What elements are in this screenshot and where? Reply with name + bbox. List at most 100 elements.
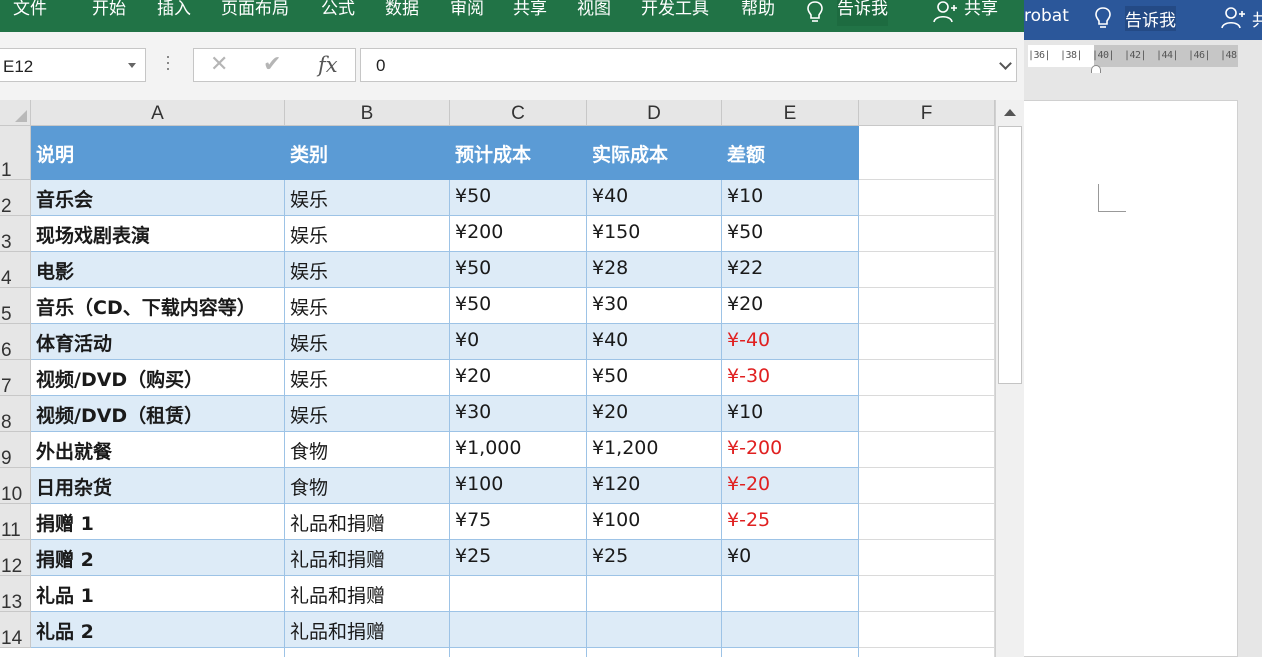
empty-cell[interactable] bbox=[859, 432, 995, 468]
row-header-7[interactable]: 7 bbox=[0, 360, 31, 397]
table-cell-estimated-cost[interactable]: ¥30 bbox=[450, 396, 587, 432]
row-header-4[interactable]: 4 bbox=[0, 252, 31, 289]
empty-cell[interactable] bbox=[859, 126, 995, 180]
table-cell-estimated-cost[interactable]: ¥200 bbox=[450, 216, 587, 252]
column-header-c[interactable]: C bbox=[450, 100, 587, 126]
table-cell-actual-cost[interactable]: ¥100 bbox=[587, 504, 722, 540]
empty-cell[interactable] bbox=[859, 252, 995, 288]
table-cell-difference[interactable] bbox=[722, 612, 859, 648]
table-cell-category[interactable]: 礼品和捐赠 bbox=[285, 504, 450, 540]
table-cell-estimated-cost[interactable]: ¥20 bbox=[450, 360, 587, 396]
table-cell-difference[interactable]: ¥20 bbox=[722, 288, 859, 324]
tab-file[interactable]: 文件 bbox=[13, 0, 47, 26]
empty-cell[interactable] bbox=[859, 576, 995, 612]
table-header-difference[interactable]: 差额 bbox=[722, 126, 859, 180]
empty-cell[interactable] bbox=[859, 360, 995, 396]
empty-cell[interactable] bbox=[859, 216, 995, 252]
table-cell-actual-cost[interactable]: ¥50 bbox=[587, 360, 722, 396]
vertical-scrollbar[interactable] bbox=[995, 100, 1024, 657]
table-cell-actual-cost[interactable]: ¥30 bbox=[587, 288, 722, 324]
lightbulb-icon[interactable] bbox=[1094, 6, 1112, 30]
tab-help[interactable]: 帮助 bbox=[741, 0, 775, 26]
row-header-8[interactable]: 8 bbox=[0, 396, 31, 433]
tab-view[interactable]: 视图 bbox=[577, 0, 611, 26]
table-cell-category[interactable]: 娱乐 bbox=[285, 288, 450, 324]
row-header-1[interactable]: 1 bbox=[0, 126, 31, 181]
empty-cell[interactable] bbox=[859, 396, 995, 432]
table-cell-actual-cost[interactable] bbox=[587, 576, 722, 612]
row-header-14[interactable]: 14 bbox=[0, 612, 31, 649]
table-cell-estimated-cost[interactable]: ¥75 bbox=[450, 504, 587, 540]
table-cell-estimated-cost[interactable]: ¥1,000 bbox=[450, 432, 587, 468]
table-cell-actual-cost[interactable]: ¥150 bbox=[587, 216, 722, 252]
table-cell-description[interactable]: 电影 bbox=[31, 252, 285, 288]
expand-formula-bar-icon[interactable] bbox=[999, 57, 1012, 70]
table-cell-actual-cost[interactable]: ¥25 bbox=[587, 540, 722, 576]
tab-share[interactable]: 共享 bbox=[513, 0, 547, 26]
scroll-up-icon[interactable] bbox=[1004, 109, 1016, 116]
table-cell-category[interactable]: 娱乐 bbox=[285, 252, 450, 288]
empty-cell[interactable] bbox=[859, 648, 995, 657]
table-cell-difference[interactable]: ¥-40 bbox=[722, 324, 859, 360]
table-cell-category[interactable]: 娱乐 bbox=[285, 360, 450, 396]
table-cell-description[interactable]: 音乐会 bbox=[31, 180, 285, 216]
insert-function-icon[interactable]: fx bbox=[318, 53, 338, 77]
row-header-5[interactable]: 5 bbox=[0, 288, 31, 325]
empty-cell[interactable] bbox=[859, 288, 995, 324]
table-cell-category[interactable]: 礼品和捐赠 bbox=[285, 576, 450, 612]
cancel-icon[interactable]: ✕ bbox=[210, 52, 228, 77]
share-button[interactable]: 共 bbox=[1252, 6, 1262, 31]
table-cell-description[interactable]: 音乐（CD、下载内容等） bbox=[31, 288, 285, 324]
table-cell-estimated-cost[interactable] bbox=[450, 648, 587, 657]
table-cell-description[interactable] bbox=[31, 648, 285, 657]
table-cell-description[interactable]: 礼品 2 bbox=[31, 612, 285, 648]
table-cell-actual-cost[interactable]: ¥1,200 bbox=[587, 432, 722, 468]
table-cell-difference[interactable] bbox=[722, 576, 859, 612]
table-cell-difference[interactable]: ¥-200 bbox=[722, 432, 859, 468]
table-cell-description[interactable]: 捐赠 1 bbox=[31, 504, 285, 540]
table-header-description[interactable]: 说明 bbox=[31, 126, 285, 180]
table-header-estimated-cost[interactable]: 预计成本 bbox=[450, 126, 587, 180]
table-cell-difference[interactable] bbox=[722, 648, 859, 657]
name-box-dropdown-icon[interactable] bbox=[128, 63, 136, 68]
table-cell-description[interactable]: 视频/DVD（购买） bbox=[31, 360, 285, 396]
document-page[interactable] bbox=[1024, 100, 1238, 657]
table-cell-description[interactable]: 捐赠 2 bbox=[31, 540, 285, 576]
table-cell-difference[interactable]: ¥10 bbox=[722, 396, 859, 432]
table-cell-estimated-cost[interactable]: ¥50 bbox=[450, 252, 587, 288]
row-header-3[interactable]: 3 bbox=[0, 216, 31, 253]
formula-bar[interactable]: 0 bbox=[360, 48, 1017, 82]
table-cell-estimated-cost[interactable]: ¥0 bbox=[450, 324, 587, 360]
table-cell-category[interactable]: 娱乐 bbox=[285, 216, 450, 252]
table-cell-description[interactable]: 视频/DVD（租赁） bbox=[31, 396, 285, 432]
select-all-button[interactable] bbox=[0, 100, 31, 126]
lightbulb-icon[interactable] bbox=[806, 0, 824, 24]
empty-cell[interactable] bbox=[859, 540, 995, 576]
table-cell-actual-cost[interactable]: ¥40 bbox=[587, 180, 722, 216]
tab-home[interactable]: 开始 bbox=[92, 0, 126, 26]
table-cell-category[interactable]: 食物 bbox=[285, 468, 450, 504]
table-cell-estimated-cost[interactable]: ¥25 bbox=[450, 540, 587, 576]
row-header-10[interactable]: 10 bbox=[0, 468, 31, 505]
empty-cell[interactable] bbox=[859, 468, 995, 504]
name-box[interactable]: E12 bbox=[0, 48, 146, 82]
table-cell-estimated-cost[interactable]: ¥100 bbox=[450, 468, 587, 504]
tab-data[interactable]: 数据 bbox=[385, 0, 419, 26]
table-cell-difference[interactable]: ¥22 bbox=[722, 252, 859, 288]
table-cell-actual-cost[interactable]: ¥28 bbox=[587, 252, 722, 288]
table-cell-description[interactable]: 礼品 1 bbox=[31, 576, 285, 612]
empty-cell[interactable] bbox=[859, 612, 995, 648]
column-header-e[interactable]: E bbox=[722, 100, 859, 126]
table-cell-description[interactable]: 现场戏剧表演 bbox=[31, 216, 285, 252]
table-cell-actual-cost[interactable] bbox=[587, 648, 722, 657]
table-cell-difference[interactable]: ¥0 bbox=[722, 540, 859, 576]
row-header-11[interactable]: 11 bbox=[0, 504, 31, 541]
tab-insert[interactable]: 插入 bbox=[157, 0, 191, 26]
horizontal-ruler[interactable]: |36| |38| |40| |42| |44| |46| |48 bbox=[1024, 40, 1262, 76]
tab-review[interactable]: 审阅 bbox=[450, 0, 484, 26]
table-cell-category[interactable]: 礼品和捐赠 bbox=[285, 612, 450, 648]
drag-handle-icon[interactable] bbox=[166, 56, 170, 74]
table-cell-difference[interactable]: ¥50 bbox=[722, 216, 859, 252]
table-cell-description[interactable]: 外出就餐 bbox=[31, 432, 285, 468]
table-cell-actual-cost[interactable]: ¥20 bbox=[587, 396, 722, 432]
